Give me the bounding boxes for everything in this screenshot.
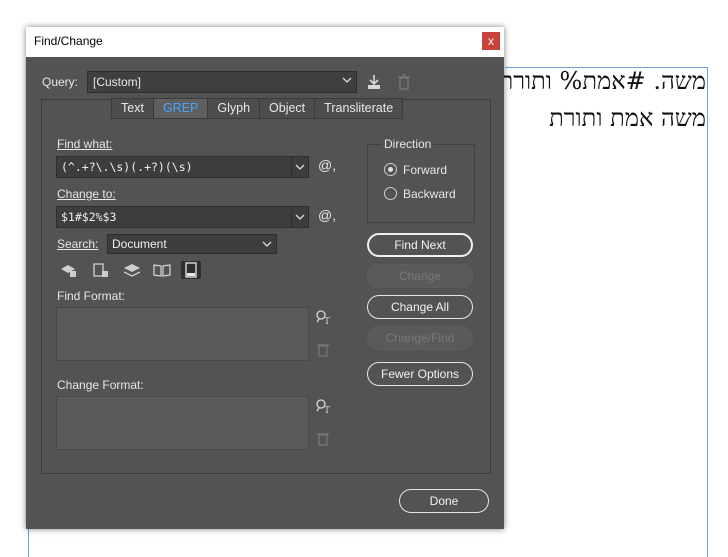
chevron-down-icon	[262, 241, 272, 247]
svg-text:T: T	[324, 317, 330, 326]
specify-change-format-icon[interactable]: T	[314, 397, 332, 415]
include-hidden-layers-icon[interactable]	[122, 261, 142, 279]
change-to-label: Change to:	[57, 187, 116, 201]
include-locked-stories-icon[interactable]	[91, 261, 111, 279]
include-locked-layers-icon[interactable]	[59, 261, 79, 279]
find-what-field[interactable]: (^.+?\.\s)(.+?)(\s)	[56, 156, 309, 178]
special-characters-change-icon[interactable]: @,	[318, 207, 336, 223]
query-value: [Custom]	[93, 75, 142, 89]
change-format-box[interactable]	[56, 396, 309, 450]
direction-group	[367, 144, 475, 223]
find-format-box[interactable]	[56, 307, 309, 361]
document-text-line-1: משה. #אמת% ותורת	[498, 67, 706, 95]
find-next-button[interactable]: Find Next	[367, 233, 473, 257]
chevron-down-icon	[295, 214, 305, 220]
query-label: Query:	[42, 75, 79, 89]
special-characters-find-icon[interactable]: @,	[318, 157, 336, 173]
tab-object[interactable]: Object	[260, 99, 316, 118]
query-dropdown[interactable]: [Custom]	[87, 71, 357, 93]
text-frame-border-right	[707, 67, 708, 557]
forward-label: Forward	[403, 163, 448, 177]
tab-glyph[interactable]: Glyph	[208, 99, 261, 118]
close-button[interactable]: x	[482, 32, 500, 50]
document-text-line-2: משה אמת ותורת	[549, 104, 706, 132]
include-footnotes-icon[interactable]	[181, 261, 201, 279]
search-scope-value: Document	[112, 237, 167, 251]
dialog-title: Find/Change	[34, 34, 103, 48]
find-what-value: (^.+?\.\s)(.+?)(\s)	[61, 160, 193, 174]
search-label: Search:	[57, 237, 99, 251]
clear-change-format-icon[interactable]	[314, 430, 332, 448]
direction-label: Direction	[382, 137, 434, 151]
done-button[interactable]: Done	[399, 489, 489, 513]
chevron-down-icon	[342, 77, 352, 83]
specify-find-format-icon[interactable]: T	[314, 308, 332, 326]
tab-transliterate[interactable]: Transliterate	[315, 99, 402, 118]
text-frame-border-left	[28, 528, 29, 557]
backward-label: Backward	[403, 187, 456, 201]
clear-find-format-icon[interactable]	[314, 341, 332, 359]
radio-forward[interactable]	[384, 163, 397, 176]
search-scope-select[interactable]: Document	[107, 234, 277, 254]
chevron-down-icon	[295, 164, 305, 170]
delete-query-icon[interactable]	[395, 73, 413, 91]
change-button[interactable]: Change	[367, 264, 473, 288]
tab-grep[interactable]: GREP	[153, 99, 209, 118]
find-what-dropdown[interactable]	[291, 157, 308, 177]
find-change-dialog: Find/Change x Query: [Custom] Text GREP …	[26, 27, 504, 529]
change-find-button[interactable]: Change/Find	[367, 326, 473, 350]
dialog-titlebar: Find/Change x	[26, 27, 504, 57]
tab-text[interactable]: Text	[112, 99, 154, 118]
change-all-button[interactable]: Change All	[367, 295, 473, 319]
tab-bar: Text GREP Glyph Object Transliterate	[111, 98, 404, 119]
include-master-pages-icon[interactable]	[152, 261, 172, 279]
find-what-label: Find what:	[57, 137, 113, 151]
change-format-label: Change Format:	[57, 378, 144, 392]
change-to-dropdown[interactable]	[291, 207, 308, 227]
svg-text:T: T	[324, 406, 330, 415]
radio-backward[interactable]	[384, 187, 397, 200]
fewer-options-button[interactable]: Fewer Options	[367, 362, 473, 386]
save-query-icon[interactable]	[365, 73, 383, 91]
change-to-field[interactable]: $1#$2%$3	[56, 206, 309, 228]
change-to-value: $1#$2%$3	[61, 210, 117, 224]
find-format-label: Find Format:	[57, 289, 126, 303]
